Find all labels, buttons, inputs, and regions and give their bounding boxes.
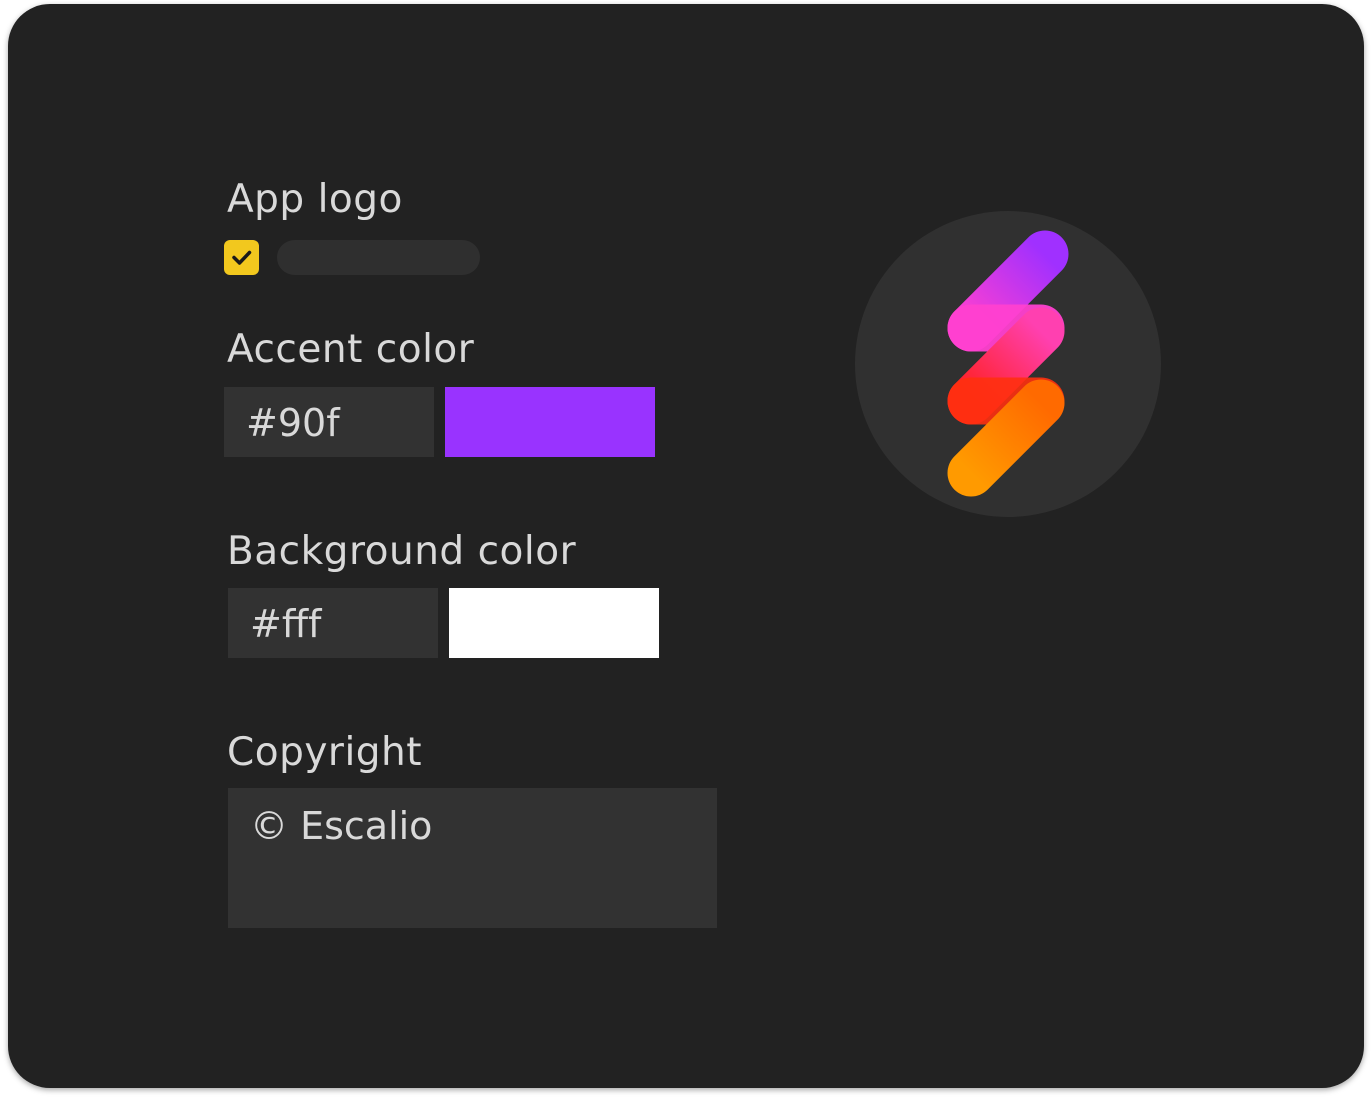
accent-color-label: Accent color [227,327,475,372]
settings-panel: App logo Accent color Background color C… [8,4,1364,1088]
background-color-label: Background color [227,529,577,574]
app-logo-checkbox[interactable] [224,240,259,275]
logo-preview [855,211,1161,517]
background-color-swatch[interactable] [449,588,659,658]
accent-color-swatch[interactable] [445,387,655,457]
checkmark-icon [232,250,252,265]
copyright-textarea[interactable]: © Escalio [228,788,717,928]
escalio-logo-icon [947,230,1069,497]
accent-color-input[interactable] [224,387,434,457]
copyright-label: Copyright [227,730,423,775]
app-logo-label: App logo [227,177,403,222]
app-logo-file-placeholder[interactable] [277,240,480,275]
background-color-input[interactable] [228,588,438,658]
